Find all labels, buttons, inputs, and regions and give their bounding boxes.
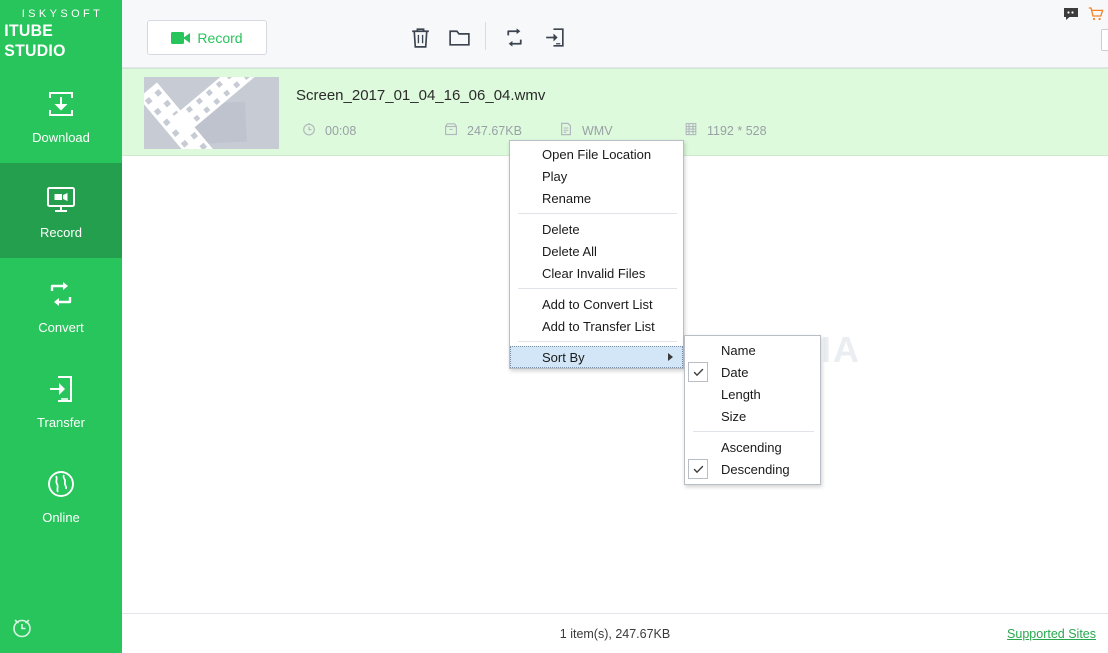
delete-icon[interactable] [405,22,435,52]
record-button-label: Record [197,29,243,46]
feedback-icon[interactable] [1060,5,1082,23]
menu-item-label: Add to Convert List [542,296,653,312]
record-icon [44,182,78,216]
sidebar-item-record[interactable]: Record [0,163,122,258]
submenu-item-name[interactable]: Name [685,339,820,361]
toolbar: Record [122,0,1108,68]
scheduler-button[interactable] [0,605,122,653]
sidebar-item-online[interactable]: Online [0,448,122,543]
download-icon [44,87,78,121]
submenu-item-label: Size [721,408,747,424]
sidebar-item-label: Online [42,509,80,525]
status-bar: 1 item(s), 247.67KB Supported Sites [122,613,1108,653]
menu-separator [518,288,677,289]
transfer-icon[interactable] [539,22,569,52]
menu-item-add-to-transfer-list[interactable]: Add to Transfer List [510,315,683,337]
submenu-item-label: Length [721,386,761,402]
submenu-item-label: Name [721,342,756,358]
document-icon [559,122,573,139]
supported-sites-link[interactable]: Supported Sites [1007,627,1096,641]
package-icon [444,122,458,139]
sidebar-item-transfer[interactable]: Transfer [0,353,122,448]
sidebar-item-download[interactable]: Download [0,68,122,163]
film-icon [684,122,698,139]
menu-item-delete-all[interactable]: Delete All [510,240,683,262]
context-menu: Open File Location Play Rename Delete De… [509,140,684,369]
video-thumbnail [144,77,279,149]
video-camera-icon [171,31,191,44]
app-logo: ISKYSOFT ITUBE STUDIO [0,0,122,68]
submenu-item-label: Descending [721,461,790,477]
file-name: Screen_2017_01_04_16_06_04.wmv [296,87,546,104]
cart-icon[interactable] [1085,5,1107,23]
check-icon [688,459,708,479]
menu-item-sort-by[interactable]: Sort By [510,346,683,368]
brand-line-1: ISKYSOFT [21,7,104,20]
convert-icon [44,277,78,311]
submenu-item-label: Ascending [721,439,782,455]
application-window: ISKYSOFT ITUBE STUDIO Download Record Co… [0,0,1108,653]
check-icon [688,362,708,382]
submenu-item-descending[interactable]: Descending [685,458,820,480]
menu-item-label: Add to Transfer List [542,318,655,334]
globe-icon [44,467,78,501]
sidebar-item-label: Convert [38,319,84,335]
submenu-item-ascending[interactable]: Ascending [685,436,820,458]
search-box[interactable] [1101,29,1108,51]
menu-separator [518,213,677,214]
open-folder-icon[interactable] [444,22,474,52]
file-duration: 00:08 [302,122,356,139]
menu-item-label: Sort By [542,349,585,365]
submenu-item-date[interactable]: Date [685,361,820,383]
submenu-item-label: Date [721,364,749,380]
menu-item-clear-invalid-files[interactable]: Clear Invalid Files [510,262,683,284]
sidebar-item-label: Transfer [37,414,85,430]
file-size-value: 247.67KB [467,123,522,138]
file-size: 247.67KB [444,122,522,139]
file-resolution-value: 1192 * 528 [707,123,767,138]
menu-item-label: Clear Invalid Files [542,265,646,281]
sidebar-item-label: Record [40,224,82,240]
menu-item-label: Open File Location [542,146,652,162]
submenu-separator [693,431,814,432]
file-resolution: 1192 * 528 [684,122,767,139]
sidebar-item-label: Download [32,129,90,145]
record-button[interactable]: Record [147,20,267,55]
transfer-icon [44,372,78,406]
submenu-item-length[interactable]: Length [685,383,820,405]
menu-item-play[interactable]: Play [510,165,683,187]
sort-by-submenu: Name Date Length Size Ascending Descendi… [684,335,821,485]
search-input[interactable] [1102,30,1108,50]
toolbar-divider [485,22,486,50]
menu-item-label: Play [542,168,568,184]
sidebar: ISKYSOFT ITUBE STUDIO Download Record Co… [0,0,122,653]
menu-item-open-file-location[interactable]: Open File Location [510,143,683,165]
menu-item-label: Delete [542,221,580,237]
menu-item-label: Delete All [542,243,597,259]
file-duration-value: 00:08 [325,123,357,138]
file-format-value: WMV [582,123,613,138]
submenu-item-size[interactable]: Size [685,405,820,427]
brand-line-2: ITUBE STUDIO [4,20,66,60]
chevron-right-icon [668,353,673,361]
menu-item-label: Rename [542,190,592,206]
menu-item-delete[interactable]: Delete [510,218,683,240]
file-format: WMV [559,122,613,139]
convert-icon[interactable] [499,22,529,52]
sidebar-item-convert[interactable]: Convert [0,258,122,353]
menu-separator [518,341,677,342]
item-count-label: 1 item(s), 247.67KB [559,627,671,641]
alarm-clock-icon [9,614,35,645]
menu-item-add-to-convert-list[interactable]: Add to Convert List [510,293,683,315]
clock-icon [302,122,316,139]
menu-item-rename[interactable]: Rename [510,187,683,209]
